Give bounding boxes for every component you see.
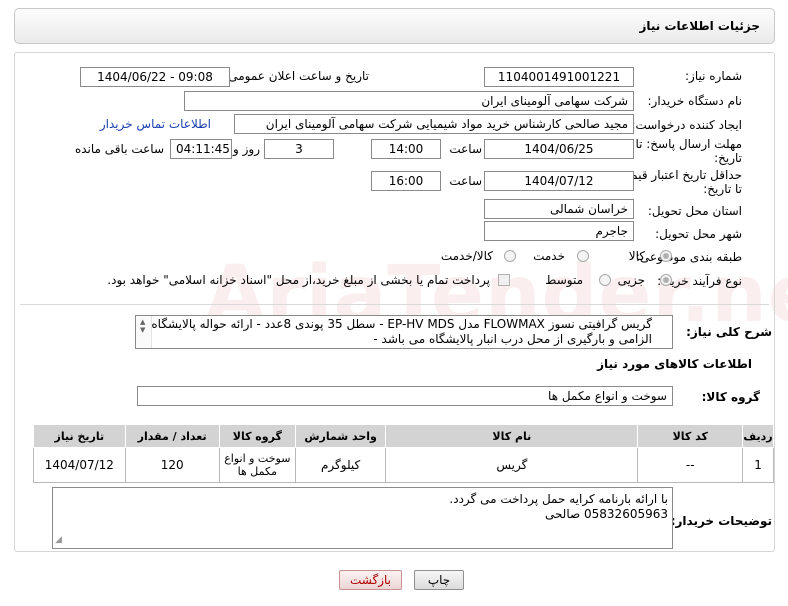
description-scrollbar[interactable]: ▲ ▼ <box>136 316 152 348</box>
header-card: جزئیات اطلاعات نیاز <box>14 8 775 44</box>
cell-item-code: -- <box>637 447 744 483</box>
cell-quantity: 120 <box>124 447 220 483</box>
category-radio-service[interactable] <box>577 250 589 262</box>
category-option-goods-service: کالا/خدمت <box>440 249 493 263</box>
province-field: خراسان شمالی <box>484 199 634 219</box>
announce-field: 1404/06/22 - 09:08 <box>80 67 230 87</box>
col-need-date: تاریخ نیاز <box>33 424 126 448</box>
col-goods-group: گروه کالا <box>218 424 297 448</box>
print-button[interactable]: چاپ <box>414 570 464 590</box>
cell-row-number: 1 <box>742 447 774 483</box>
city-field: جاجرم <box>484 221 634 241</box>
price-validity-label-line1: حداقل تاریخ اعتبار قیمت: <box>615 168 742 182</box>
section-divider <box>20 304 769 305</box>
buyer-org-label: نام دستگاه خریدار: <box>647 94 743 108</box>
deadline-label-line1: مهلت ارسال پاسخ: تا <box>635 137 742 151</box>
province-label: استان محل تحویل: <box>647 204 742 218</box>
category-label: طبقه بندی موضوعی: <box>635 250 742 264</box>
price-validity-date-field: 1404/07/12 <box>484 171 634 191</box>
col-unit: واحد شمارش <box>295 424 387 448</box>
col-quantity: تعداد / مقدار <box>124 424 220 448</box>
description-label: شرح کلی نیاز: <box>686 325 772 339</box>
price-validity-time-label: ساعت <box>449 174 482 188</box>
col-item-name: نام کالا <box>385 424 639 448</box>
buyer-notes-label: توضیحات خریدار: <box>670 514 772 528</box>
creator-label: ایجاد کننده درخواست: <box>631 118 742 132</box>
cell-need-date: 1404/07/12 <box>33 447 126 483</box>
deadline-date-field: 1404/06/25 <box>484 139 634 159</box>
buyer-notes-line-1: با ارائه بارنامه کرایه حمل پرداخت می گرد… <box>449 492 668 506</box>
table-row: 1 -- گریس کیلوگرم سوخت و انواع مکمل ها 1… <box>33 447 774 483</box>
category-radio-goods-service[interactable] <box>504 250 516 262</box>
category-radio-goods[interactable] <box>660 250 672 262</box>
process-option-minor: جزیی <box>617 273 645 287</box>
goods-table-header-row: ردیف کد کالا نام کالا واحد شمارش گروه کا… <box>33 424 774 448</box>
deadline-time-label: ساعت <box>449 142 482 156</box>
deadline-label-line2: تاریخ: <box>714 151 742 165</box>
page-title: جزئیات اطلاعات نیاز <box>639 19 760 33</box>
city-label: شهر محل تحویل: <box>655 227 742 241</box>
col-item-code: کد کالا <box>637 424 744 448</box>
days-remaining-field: 3 <box>264 139 334 159</box>
process-radio-minor[interactable] <box>660 274 672 286</box>
price-validity-time-field: 16:00 <box>371 171 441 191</box>
deadline-time-field: 14:00 <box>371 139 441 159</box>
process-option-medium: متوسط <box>545 273 583 287</box>
category-option-goods: کالا <box>628 249 645 263</box>
treasury-payment-note: پرداخت تمام یا بخشی از مبلغ خرید،از محل … <box>107 273 490 287</box>
buyer-notes-textarea[interactable]: با ارائه بارنامه کرایه حمل پرداخت می گرد… <box>52 487 673 549</box>
price-validity-label-line2: تا تاریخ: <box>703 182 742 196</box>
goods-info-title: اطلاعات کالاهای مورد نیاز <box>597 357 752 371</box>
category-option-service: خدمت <box>533 249 565 263</box>
contact-buyer-link[interactable]: اطلاعات تماس خریدار <box>100 117 211 131</box>
cell-goods-group: سوخت و انواع مکمل ها <box>218 447 297 483</box>
cell-unit: کیلوگرم <box>295 447 387 483</box>
treasury-payment-checkbox[interactable] <box>498 274 510 286</box>
col-row-number: ردیف <box>742 424 774 448</box>
goods-group-field: سوخت و انواع مکمل ها <box>137 386 673 406</box>
need-number-label: شماره نیاز: <box>685 69 742 83</box>
back-button[interactable]: بازگشت <box>339 570 402 590</box>
description-textarea[interactable]: گریس گرافیتی نسوز FLOWMAX مدل EP-HV MDS … <box>135 315 673 349</box>
cell-item-name: گریس <box>385 447 639 483</box>
goods-group-label: گروه کالا: <box>701 390 760 404</box>
remaining-time-label: ساعت باقی مانده <box>74 142 164 156</box>
description-text: گریس گرافیتی نسوز FLOWMAX مدل EP-HV MDS … <box>151 317 652 346</box>
creator-field: مجید صالحی کارشناس خرید مواد شیمیایی شرک… <box>234 114 634 134</box>
process-radio-medium[interactable] <box>599 274 611 286</box>
announce-label: تاریخ و ساعت اعلان عمومی: <box>224 69 369 83</box>
buyer-notes-line-2: 05832605963 صالحی <box>544 507 668 521</box>
resize-grip-icon[interactable]: ◢ <box>55 533 62 548</box>
days-label: روز و <box>233 142 260 156</box>
scroll-up-icon[interactable]: ▲ <box>140 318 145 326</box>
buyer-org-field: شرکت سهامی آلومینای ایران <box>184 91 634 111</box>
goods-table: ردیف کد کالا نام کالا واحد شمارش گروه کا… <box>33 424 774 483</box>
scroll-down-icon[interactable]: ▼ <box>140 326 145 334</box>
remaining-time-field: 04:11:45 <box>170 139 232 159</box>
need-number-field: 1104001491001221 <box>484 67 634 87</box>
